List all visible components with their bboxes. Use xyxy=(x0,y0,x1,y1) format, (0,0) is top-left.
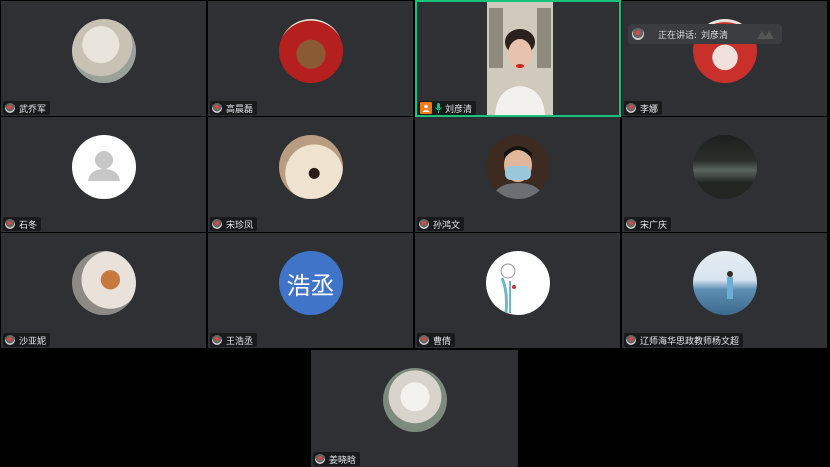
user-icon xyxy=(212,103,222,113)
avatar xyxy=(278,135,343,199)
avatar xyxy=(692,251,757,315)
speaking-label: 正在讲话: xyxy=(658,30,698,41)
participant-grid: 武乔军 高晨磊 刘彦清 李娜 石冬 宋珍凤 孙鸿文 宋广庆 沙亚妮 浩丞 王浩丞… xyxy=(0,0,830,349)
nameplate: 姜晓晗 xyxy=(313,452,361,466)
avatar xyxy=(71,19,136,83)
participant-name: 辽师海华思政教师杨文超 xyxy=(640,336,740,347)
nameplate: 辽师海华思政教师杨文超 xyxy=(624,333,744,347)
user-icon xyxy=(626,103,636,113)
avatar xyxy=(71,251,136,315)
participant-tile[interactable]: 武乔军 xyxy=(1,1,206,116)
participant-tile[interactable]: 宋广庆 xyxy=(622,117,827,232)
user-icon xyxy=(5,335,15,345)
nameplate: 宋广庆 xyxy=(624,217,672,231)
audio-level-icon xyxy=(757,31,774,39)
participant-tile[interactable]: 李娜 xyxy=(622,1,827,116)
speaker-avatar-icon xyxy=(632,28,644,40)
participant-name: 宋珍凤 xyxy=(226,220,254,231)
video-feed xyxy=(487,2,553,115)
nameplate: 李娜 xyxy=(624,101,663,115)
user-icon xyxy=(212,219,222,229)
user-icon xyxy=(626,335,636,345)
participant-name: 沙亚妮 xyxy=(19,336,47,347)
participant-tile[interactable]: 曹倩 xyxy=(415,233,620,348)
user-icon xyxy=(315,454,325,464)
nameplate: 高晨磊 xyxy=(210,101,258,115)
participant-name: 宋广庆 xyxy=(640,220,668,231)
participant-tile[interactable]: 沙亚妮 xyxy=(1,233,206,348)
participant-name: 高晨磊 xyxy=(226,104,254,115)
participant-name: 石冬 xyxy=(19,220,38,231)
avatar-initials: 浩丞 xyxy=(286,271,335,300)
participant-name: 武乔军 xyxy=(19,104,47,115)
nameplate: 王浩丞 xyxy=(210,333,258,347)
avatar xyxy=(692,135,757,199)
nameplate: 孙鸿文 xyxy=(417,217,465,231)
speaking-name: 刘彦清 xyxy=(701,30,729,41)
participant-name: 姜晓晗 xyxy=(329,455,357,466)
nameplate: 武乔军 xyxy=(3,101,51,115)
nameplate: 刘彦清 xyxy=(418,101,477,115)
participant-name: 曹倩 xyxy=(433,336,452,347)
avatar xyxy=(382,368,447,432)
participant-name: 王浩丞 xyxy=(226,336,254,347)
user-icon xyxy=(5,103,15,113)
video-person-icon xyxy=(487,2,553,115)
mic-icon xyxy=(435,103,442,113)
participant-name: 李娜 xyxy=(640,104,659,115)
avatar xyxy=(485,135,550,199)
participant-tile[interactable]: 高晨磊 xyxy=(208,1,413,116)
user-icon xyxy=(5,219,15,229)
speaking-indicator: 正在讲话: 刘彦清 xyxy=(628,24,782,44)
participant-tile[interactable]: 孙鸿文 xyxy=(415,117,620,232)
nameplate: 曹倩 xyxy=(417,333,456,347)
nameplate: 沙亚妮 xyxy=(3,333,51,347)
user-icon xyxy=(212,335,222,345)
participant-tile[interactable]: 宋珍凤 xyxy=(208,117,413,232)
user-icon xyxy=(419,219,429,229)
host-icon xyxy=(420,102,432,114)
avatar xyxy=(485,251,550,315)
participant-tile[interactable]: 石冬 xyxy=(1,117,206,232)
user-icon xyxy=(626,219,636,229)
avatar: 浩丞 xyxy=(278,251,343,315)
avatar xyxy=(278,19,343,83)
participant-tile[interactable]: 浩丞 王浩丞 xyxy=(208,233,413,348)
participant-name: 刘彦清 xyxy=(445,104,473,115)
participant-tile-active-speaker[interactable]: 刘彦清 xyxy=(415,0,621,117)
nameplate: 石冬 xyxy=(3,217,42,231)
default-avatar-icon xyxy=(71,135,136,199)
participant-tile[interactable]: 姜晓晗 xyxy=(311,350,518,467)
participant-name: 孙鸿文 xyxy=(433,220,461,231)
participant-tile[interactable]: 辽师海华思政教师杨文超 xyxy=(622,233,827,348)
nameplate: 宋珍凤 xyxy=(210,217,258,231)
user-icon xyxy=(419,335,429,345)
